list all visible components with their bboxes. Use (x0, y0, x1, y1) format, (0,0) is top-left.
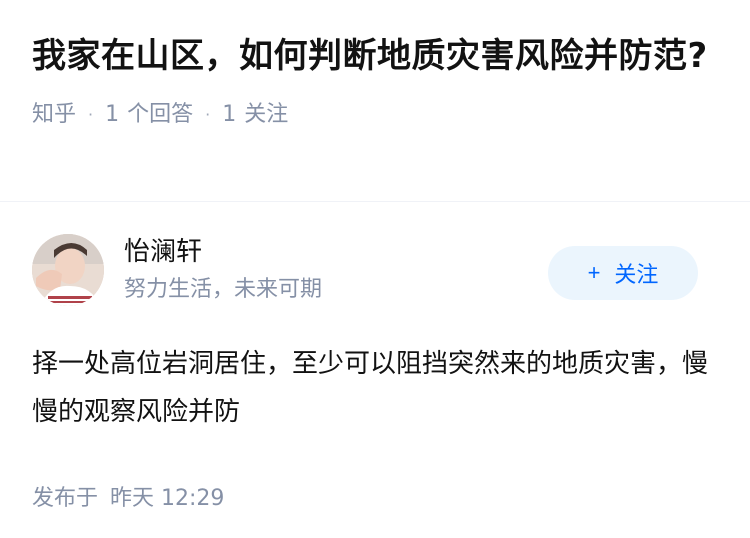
posted-label: 发布于 (32, 486, 99, 511)
follow-count: 1 (222, 102, 237, 127)
posted-time: 昨天 12:29 (110, 486, 225, 511)
question-title[interactable]: 我家在山区，如何判断地质灾害风险并防范? (32, 30, 718, 82)
plus-icon: + (587, 260, 601, 285)
answer-count-label[interactable]: 个回答 (127, 100, 193, 130)
author-bio: 努力生活，未来可期 (124, 277, 323, 302)
avatar-photo-icon (32, 234, 104, 306)
meta-separator: · (205, 105, 211, 124)
meta-separator: · (88, 105, 94, 124)
source-label[interactable]: 知乎 (32, 100, 76, 130)
answer-content[interactable]: 择一处高位岩洞居住，至少可以阻挡突然来的地质灾害，慢慢的观察风险并防 (32, 340, 718, 436)
avatar[interactable] (32, 234, 104, 306)
follow-button-label: 关注 (614, 262, 659, 287)
follow-button[interactable]: + 关注 (548, 246, 698, 300)
answer-count: 1 (105, 102, 120, 127)
question-meta: 知乎 · 1 个回答 · 1 关注 (32, 100, 718, 130)
answer-footer: 发布于 昨天 12:29 (32, 484, 718, 514)
author-name[interactable]: 怡澜轩 (124, 234, 202, 270)
follow-count-label[interactable]: 关注 (244, 100, 288, 130)
author-row: 怡澜轩 努力生活，未来可期 + 关注 (32, 234, 718, 344)
page: 我家在山区，如何判断地质灾害风险并防范? 知乎 · 1 个回答 · 1 关注 怡… (0, 0, 750, 538)
question-header: 我家在山区，如何判断地质灾害风险并防范? 知乎 · 1 个回答 · 1 关注 (0, 0, 750, 202)
answer-card: 怡澜轩 努力生活，未来可期 + 关注 择一处高位岩洞居住，至少可以阻挡突然来的地… (0, 234, 750, 514)
